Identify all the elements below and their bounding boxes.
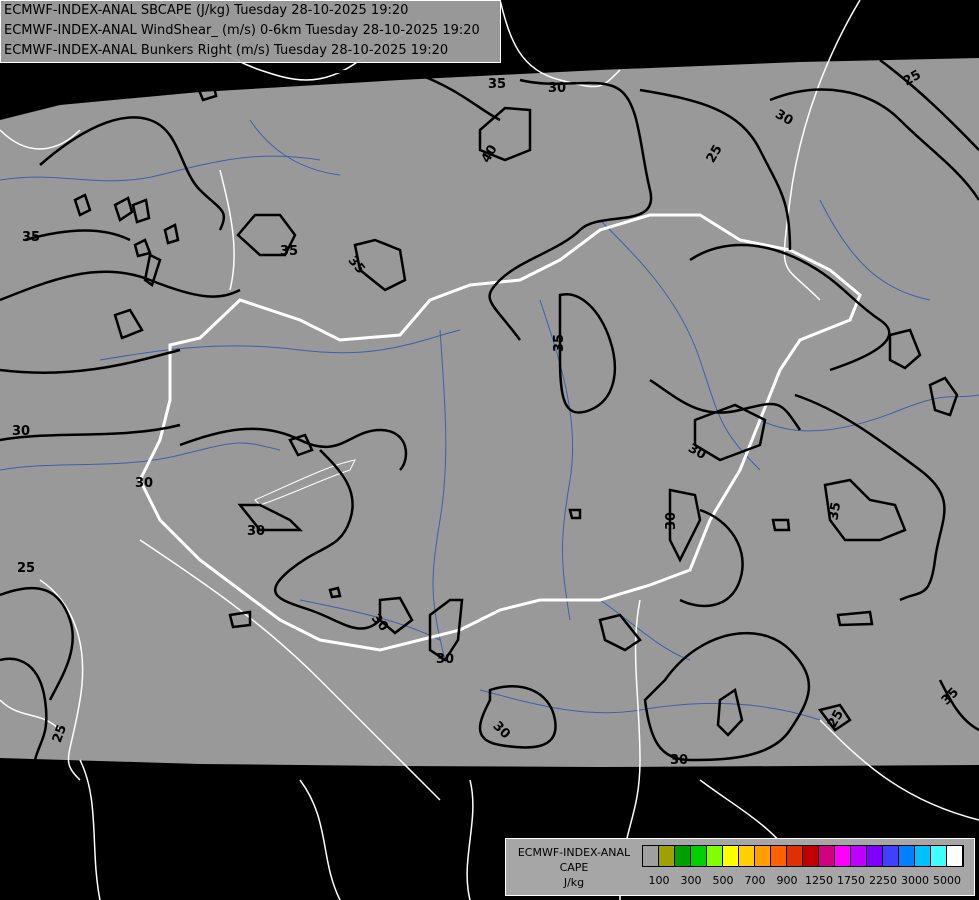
legend-swatch bbox=[883, 846, 899, 866]
legend-swatch bbox=[675, 846, 691, 866]
contour-label: 30 bbox=[12, 424, 30, 439]
legend-swatch bbox=[739, 846, 755, 866]
legend-swatch bbox=[867, 846, 883, 866]
legend-label: 300 bbox=[680, 874, 702, 887]
header-line-sbcape: ECMWF-INDEX-ANAL SBCAPE (J/kg) Tuesday 2… bbox=[4, 3, 409, 18]
contour-label: 30 bbox=[670, 753, 688, 768]
legend-swatch bbox=[835, 846, 851, 866]
legend-swatch bbox=[787, 846, 803, 866]
header-line-bunkers: ECMWF-INDEX-ANAL Bunkers Right (m/s) Tue… bbox=[4, 43, 449, 58]
contour-label: 30 bbox=[548, 81, 566, 96]
legend-title: ECMWF-INDEX-ANAL CAPE J/kg bbox=[506, 845, 642, 890]
legend-labels: 100 300 500 700 900 1250 1750 2250 3000 5000 bbox=[642, 874, 972, 888]
contour-label: 35 bbox=[488, 77, 506, 92]
legend-swatch bbox=[851, 846, 867, 866]
contour-label: 30 bbox=[135, 476, 153, 491]
legend-label: 5000 bbox=[933, 874, 961, 887]
contour-label: 35 bbox=[22, 230, 40, 245]
legend-swatch bbox=[723, 846, 739, 866]
legend-swatch bbox=[771, 846, 787, 866]
legend-label: 900 bbox=[776, 874, 798, 887]
contour-label: 25 bbox=[17, 561, 35, 576]
legend-label: 700 bbox=[744, 874, 766, 887]
legend-swatch bbox=[803, 846, 819, 866]
cape-map: 35 30 40 25 30 35 35 35 35 30 30 30 25 3… bbox=[0, 0, 979, 900]
header-panel: ECMWF-INDEX-ANAL SBCAPE (J/kg) Tuesday 2… bbox=[0, 0, 501, 63]
legend-swatch bbox=[899, 846, 915, 866]
legend-label: 1750 bbox=[837, 874, 865, 887]
legend-label: 1250 bbox=[805, 874, 833, 887]
header-line-windshear: ECMWF-INDEX-ANAL WindShear_ (m/s) 0-6km … bbox=[4, 23, 480, 38]
cape-legend: ECMWF-INDEX-ANAL CAPE J/kg 100 300 500 700 9… bbox=[505, 838, 975, 896]
legend-swatch bbox=[707, 846, 723, 866]
legend-swatch bbox=[691, 846, 707, 866]
contour-label: 30 bbox=[247, 524, 265, 539]
contour-label: 35 bbox=[552, 334, 567, 352]
legend-swatch bbox=[755, 846, 771, 866]
legend-swatch bbox=[931, 846, 947, 866]
contour-label: 30 bbox=[436, 652, 454, 667]
legend-label: 3000 bbox=[901, 874, 929, 887]
legend-variable: CAPE bbox=[559, 861, 589, 874]
legend-label: 2250 bbox=[869, 874, 897, 887]
contour-label: 30 bbox=[664, 512, 679, 530]
legend-label: 100 bbox=[648, 874, 670, 887]
legend-swatch bbox=[819, 846, 835, 866]
contour-label: 35 bbox=[826, 501, 844, 521]
legend-swatch bbox=[915, 846, 931, 866]
legend-swatch bbox=[659, 846, 675, 866]
legend-source: ECMWF-INDEX-ANAL bbox=[517, 846, 631, 859]
legend-swatch bbox=[947, 846, 963, 866]
contour-label: 35 bbox=[280, 244, 298, 259]
legend-swatch bbox=[643, 846, 659, 866]
legend-unit: J/kg bbox=[563, 876, 585, 889]
legend-label: 500 bbox=[712, 874, 734, 887]
legend-color-scale bbox=[642, 845, 964, 867]
